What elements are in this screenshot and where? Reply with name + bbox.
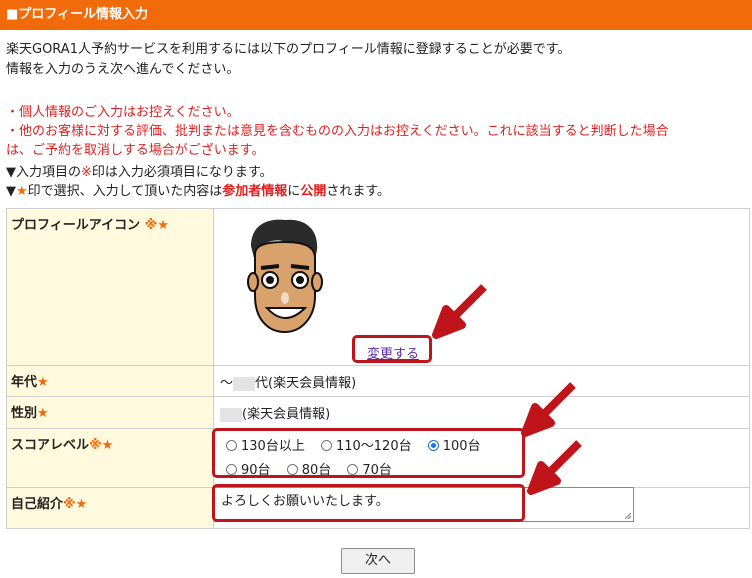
arrow-icon <box>521 382 576 437</box>
note-text: されます。 <box>326 184 391 199</box>
warning-line-3: は、ご予約を取消しする場合がございます。 <box>6 143 265 158</box>
arrow-icon <box>432 284 487 339</box>
highlight-score-options <box>212 428 525 478</box>
note-text: 印で選択、入力して頂いた内容は <box>27 184 223 199</box>
note-emphasis: 公開 <box>300 184 327 199</box>
warning-text: ・個人情報のご入力はお控えください。 ・他のお客様に対する評価、批判または意見を… <box>6 103 746 160</box>
public-mark: ★ <box>157 218 169 233</box>
warning-line-2: ・他のお客様に対する評価、批判または意見を含むものの入力はお控えください。これに… <box>6 124 669 139</box>
required-mark: ※ <box>63 497 76 512</box>
next-button[interactable]: 次へ <box>341 548 415 574</box>
public-mark: ★ <box>37 406 49 421</box>
arrow-icon <box>527 440 582 495</box>
highlight-change-link <box>352 335 432 363</box>
required-mark: ※ <box>81 165 92 180</box>
age-suffix: 代(楽天会員情報) <box>255 376 357 391</box>
redacted-mask <box>220 407 242 422</box>
note-text: 印は入力必須項目になります。 <box>91 165 273 180</box>
gender-label: 性別 <box>11 406 38 421</box>
avatar-icon <box>247 219 323 334</box>
public-mark: ★ <box>37 375 49 390</box>
intro-label-cell: 自己紹介※★ <box>6 487 214 529</box>
gender-label-cell: 性別★ <box>6 396 214 429</box>
intro-line-1: 楽天GORA1人予約サービスを利用するには以下のプロフィール情報に登録することが… <box>6 42 571 57</box>
redacted-mask <box>233 376 256 391</box>
section-header: ■プロフィール情報入力 <box>0 0 752 30</box>
highlight-self-intro <box>212 484 525 522</box>
gender-suffix: (楽天会員情報) <box>242 407 331 422</box>
note-text: ▼入力項目の <box>6 165 81 180</box>
required-note: ▼入力項目の※印は入力必須項目になります。 <box>6 163 273 182</box>
row-gender: 性別★ (楽天会員情報) <box>6 396 750 429</box>
note-text: ▼ <box>6 184 16 199</box>
age-value: ～ 代(楽天会員情報) <box>213 365 750 397</box>
self-intro-label: 自己紹介 <box>11 497 64 512</box>
public-mark: ★ <box>16 184 28 199</box>
gender-value: (楽天会員情報) <box>213 396 750 429</box>
age-label: 年代 <box>11 375 38 390</box>
score-label: スコアレベル <box>11 438 90 453</box>
public-mark: ★ <box>101 438 114 453</box>
public-mark: ★ <box>75 497 88 512</box>
note-text: に <box>287 184 301 199</box>
intro-text: 楽天GORA1人予約サービスを利用するには以下のプロフィール情報に登録することが… <box>6 40 570 80</box>
public-note: ▼★印で選択、入力して頂いた内容は参加者情報に公開されます。 <box>6 182 390 201</box>
intro-line-2: 情報を入力のうえ次へ進んでください。 <box>6 62 240 77</box>
age-prefix: ～ <box>220 376 234 391</box>
icon-label: プロフィールアイコン <box>11 218 141 233</box>
profile-form-table: プロフィールアイコン ※★ 変更する 年代★ ～ 代(楽天会員情報) 性別★ (… <box>6 208 750 529</box>
score-label-cell: スコアレベル※★ <box>6 428 214 488</box>
resize-grip-icon[interactable] <box>624 512 631 519</box>
icon-label-cell: プロフィールアイコン ※★ <box>6 208 214 366</box>
warning-line-1: ・個人情報のご入力はお控えください。 <box>6 105 240 120</box>
note-emphasis: 参加者情報 <box>222 184 288 199</box>
age-label-cell: 年代★ <box>6 365 214 397</box>
required-mark: ※ <box>144 218 158 233</box>
row-age: 年代★ ～ 代(楽天会員情報) <box>6 365 750 397</box>
required-mark: ※ <box>89 438 102 453</box>
